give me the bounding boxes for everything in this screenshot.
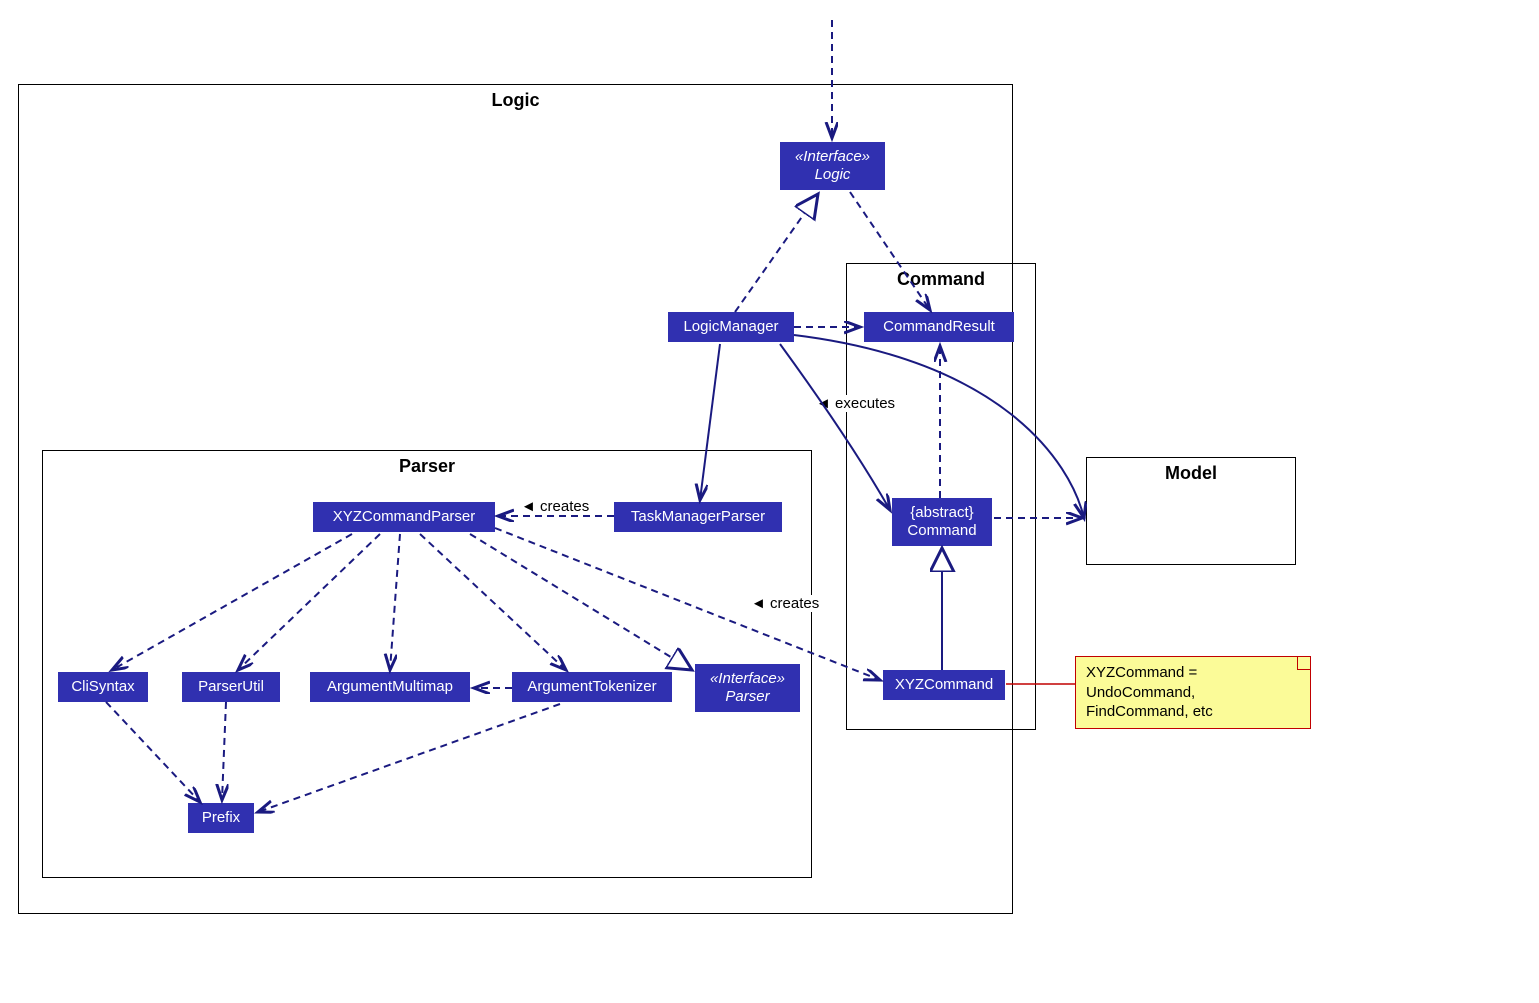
arg-multimap-name: ArgumentMultimap (327, 678, 453, 696)
node-cli-syntax: CliSyntax (58, 672, 148, 702)
node-logic-manager: LogicManager (668, 312, 794, 342)
logic-name: Logic (815, 166, 851, 184)
package-command-title: Command (897, 269, 985, 290)
note-xyzcommand: XYZCommand = UndoCommand, FindCommand, e… (1075, 656, 1311, 729)
note-line1: XYZCommand = UndoCommand, (1086, 663, 1300, 702)
node-xyz-command: XYZCommand (883, 670, 1005, 700)
node-command-result: CommandResult (864, 312, 1014, 342)
abstract-command-stereo: {abstract} (910, 504, 973, 522)
package-logic-title: Logic (492, 90, 540, 111)
xyzcp-name: XYZCommandParser (333, 508, 476, 526)
tmp-name: TaskManagerParser (631, 508, 765, 526)
command-result-name: CommandResult (883, 318, 995, 336)
node-xyz-command-parser: XYZCommandParser (313, 502, 495, 532)
abstract-command-name: Command (907, 522, 976, 540)
node-parser-util: ParserUtil (182, 672, 280, 702)
package-parser-title: Parser (399, 456, 455, 477)
parser-stereotype: «Interface» (710, 670, 785, 688)
node-abstract-command: {abstract} Command (892, 498, 992, 546)
cli-syntax-name: CliSyntax (71, 678, 134, 696)
note-line2: FindCommand, etc (1086, 702, 1300, 722)
node-argument-tokenizer: ArgumentTokenizer (512, 672, 672, 702)
logic-manager-name: LogicManager (683, 318, 778, 336)
uml-diagram: Logic Parser Command Model «Interface» L… (0, 0, 1539, 1003)
label-creates-2: ◄ creates (749, 595, 821, 612)
parser-name: Parser (725, 688, 769, 706)
prefix-name: Prefix (202, 809, 240, 827)
node-task-manager-parser: TaskManagerParser (614, 502, 782, 532)
label-creates-1: ◄ creates (519, 498, 591, 515)
parser-util-name: ParserUtil (198, 678, 264, 696)
node-parser-interface: «Interface» Parser (695, 664, 800, 712)
label-executes: ◄ executes (814, 395, 897, 412)
package-model-title: Model (1165, 463, 1217, 484)
node-logic-interface: «Interface» Logic (780, 142, 885, 190)
package-model: Model (1086, 457, 1296, 565)
node-argument-multimap: ArgumentMultimap (310, 672, 470, 702)
logic-stereotype: «Interface» (795, 148, 870, 166)
node-prefix: Prefix (188, 803, 254, 833)
xyz-command-name: XYZCommand (895, 676, 993, 694)
arg-tokenizer-name: ArgumentTokenizer (527, 678, 656, 696)
